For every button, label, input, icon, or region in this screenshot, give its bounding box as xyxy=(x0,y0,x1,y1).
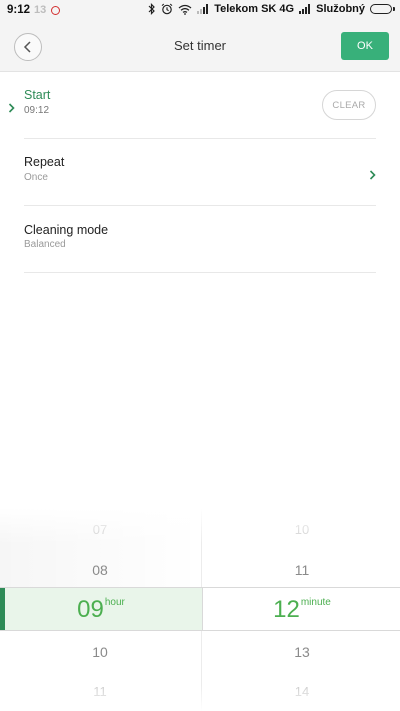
cleaning-mode-label: Cleaning mode xyxy=(24,223,109,237)
signal-icon xyxy=(197,4,209,14)
status-bar: 9:12 13 Telekom SK 4G Služobný xyxy=(0,0,400,22)
minute-unit-label: minute xyxy=(300,597,331,608)
status-time: 9:12 xyxy=(7,4,31,16)
hour-unit-label: hour xyxy=(104,597,125,608)
cleaning-mode-row[interactable]: Cleaning mode Balanced xyxy=(24,206,376,273)
start-row[interactable]: Start 09:12 CLEAR xyxy=(8,72,376,139)
start-label: Start xyxy=(24,88,51,102)
minute-option[interactable]: 11 xyxy=(202,562,400,578)
notification-icon xyxy=(51,5,61,15)
signal-icon xyxy=(299,4,311,14)
minute-option[interactable]: 13 xyxy=(202,644,400,660)
wifi-icon xyxy=(178,4,192,15)
start-value: 09:12 xyxy=(24,105,50,116)
selected-minute-value: 12 xyxy=(273,596,300,623)
status-carrier: Telekom SK 4G xyxy=(214,3,295,15)
selected-hour-value: 09 xyxy=(77,596,104,623)
clear-button[interactable]: CLEAR xyxy=(322,90,376,120)
cleaning-mode-value: Balanced xyxy=(24,239,66,250)
status-faded-text: 13 xyxy=(34,4,47,16)
ok-button[interactable]: OK xyxy=(341,32,389,60)
bluetooth-icon xyxy=(148,3,156,15)
time-picker: 07 08 10 11 10 11 13 14 09hour 12minute xyxy=(0,508,400,711)
chevron-right-icon xyxy=(369,167,376,185)
battery-icon xyxy=(370,4,395,14)
selected-hour[interactable]: 09hour xyxy=(1,588,201,630)
hour-option[interactable]: 08 xyxy=(0,562,200,578)
hour-option[interactable]: 07 xyxy=(0,522,200,537)
minute-option[interactable]: 10 xyxy=(202,522,400,537)
header-bar: Set timer OK xyxy=(0,22,400,72)
minute-option[interactable]: 14 xyxy=(202,684,400,699)
selected-minute[interactable]: 12minute xyxy=(202,588,400,630)
alarm-icon xyxy=(161,3,173,15)
page-title: Set timer xyxy=(173,38,226,53)
repeat-value: Once xyxy=(24,172,48,183)
repeat-label: Repeat xyxy=(24,155,65,169)
picker-selection-band: 09hour 12minute xyxy=(0,587,400,631)
hour-option[interactable]: 10 xyxy=(0,644,200,660)
chevron-right-icon xyxy=(8,100,15,118)
repeat-row[interactable]: Repeat Once xyxy=(24,139,376,206)
hour-option[interactable]: 11 xyxy=(0,684,200,699)
status-profile: Služobný xyxy=(316,3,365,15)
